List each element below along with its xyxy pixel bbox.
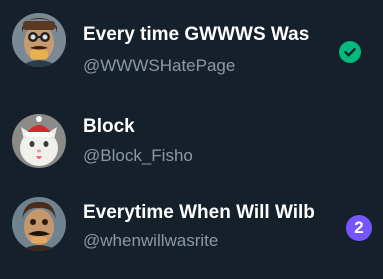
account-handle: @Block_Fisho xyxy=(83,146,193,165)
account-switcher-list: Every time GWWWS Was @WWWSHatePage Block… xyxy=(0,0,383,279)
account-display-name: Everytime When Will Wilb xyxy=(83,202,315,223)
cat-with-santa-hat-avatar-icon xyxy=(12,114,66,168)
checkmark-circle-icon xyxy=(339,41,361,63)
account-handle: @WWWSHatePage xyxy=(83,56,236,75)
unread-count-badge: 2 xyxy=(346,215,372,241)
cartoon-face-avatar-icon xyxy=(12,197,66,251)
account-display-name: Every time GWWWS Was xyxy=(83,24,310,45)
account-row-whenwillwasrite[interactable]: Everytime When Will Wilb @whenwillwasrit… xyxy=(0,192,383,262)
avatar xyxy=(12,114,66,168)
account-display-name: Block xyxy=(83,116,135,137)
avatar xyxy=(12,13,66,67)
account-handle: @whenwillwasrite xyxy=(83,231,219,250)
cartoon-face-avatar-icon xyxy=(12,13,66,67)
account-row-wwwshatepage[interactable]: Every time GWWWS Was @WWWSHatePage xyxy=(0,6,383,76)
account-row-block-fisho[interactable]: Block @Block_Fisho xyxy=(0,106,383,176)
avatar xyxy=(12,197,66,251)
